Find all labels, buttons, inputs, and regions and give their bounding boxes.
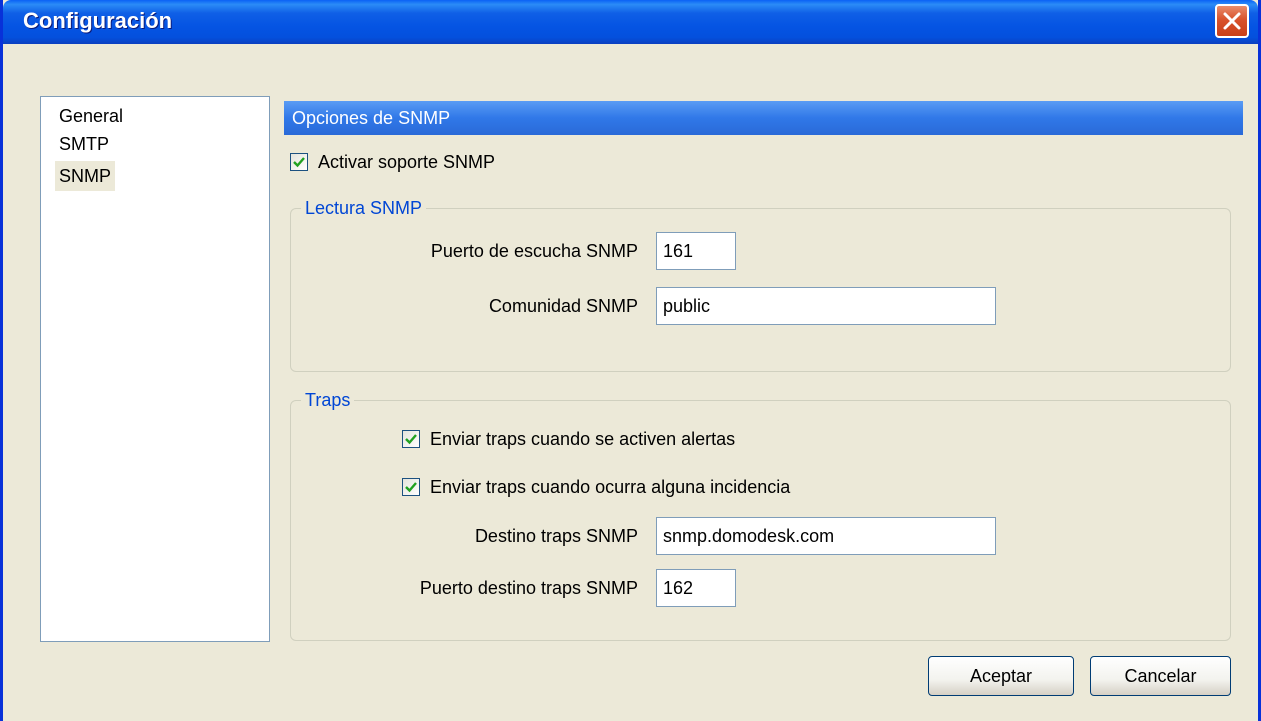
traps-alerts-checkbox[interactable]: Enviar traps cuando se activen alertas (402, 426, 735, 452)
community-input[interactable] (656, 287, 996, 325)
checkbox-box[interactable] (402, 478, 420, 496)
listen-port-label: Puerto de escucha SNMP (430, 241, 638, 261)
traps-incidents-label: Enviar traps cuando ocurra alguna incide… (430, 476, 791, 497)
enable-snmp-label: Activar soporte SNMP (318, 151, 496, 172)
traps-alerts-label: Enviar traps cuando se activen alertas (430, 428, 736, 449)
close-button[interactable] (1215, 4, 1249, 38)
listen-port-input[interactable] (656, 232, 736, 270)
nav-item-smtp[interactable]: SMTP (55, 129, 113, 159)
config-dialog: Configuración General SMTP SNMP Opciones… (0, 0, 1261, 721)
accept-button[interactable]: Aceptar (928, 656, 1074, 696)
enable-snmp-checkbox[interactable]: Activar soporte SNMP (290, 149, 495, 175)
nav-item-general[interactable]: General (55, 101, 127, 131)
checkbox-box[interactable] (290, 153, 308, 171)
checkmark-icon (293, 157, 305, 168)
close-icon (1223, 12, 1241, 30)
window-title: Configuración (23, 8, 173, 33)
traps-group-legend: Traps (301, 387, 355, 413)
title-bar[interactable]: Configuración (3, 0, 1258, 44)
trap-destination-input[interactable] (656, 517, 996, 555)
trap-port-label: Puerto destino traps SNMP (419, 578, 638, 598)
checkmark-icon (405, 434, 417, 445)
section-header: Opciones de SNMP (284, 101, 1243, 135)
nav-item-snmp[interactable]: SNMP (55, 161, 116, 191)
checkbox-box[interactable] (402, 430, 420, 448)
read-group-legend: Lectura SNMP (301, 195, 427, 221)
cancel-button[interactable]: Cancelar (1090, 656, 1231, 696)
traps-incidents-checkbox[interactable]: Enviar traps cuando ocurra alguna incide… (402, 474, 790, 500)
category-list[interactable]: General SMTP SNMP (40, 96, 270, 642)
trap-destination-label: Destino traps SNMP (474, 526, 638, 546)
trap-port-input[interactable] (656, 569, 736, 607)
community-label: Comunidad SNMP (488, 296, 638, 316)
checkmark-icon (405, 482, 417, 493)
